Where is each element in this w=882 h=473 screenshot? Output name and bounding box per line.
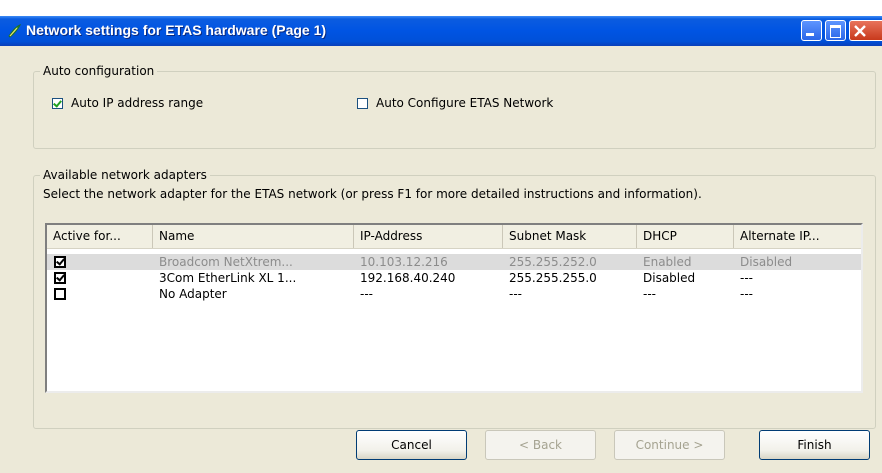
adapter-alt-ip: --- — [740, 271, 753, 285]
app-icon — [8, 24, 22, 38]
dialog-window: Network settings for ETAS hardware (Page… — [0, 16, 882, 473]
table-row[interactable]: Broadcom NetXtrem... 10.103.12.216 255.2… — [47, 254, 861, 270]
adapter-ip: --- — [360, 287, 373, 301]
auto-configure-etas-label: Auto Configure ETAS Network — [376, 96, 554, 110]
column-header-dhcp[interactable]: DHCP — [637, 225, 734, 248]
column-header-active[interactable]: Active for... — [47, 225, 153, 248]
adapter-ip: 192.168.40.240 — [360, 271, 456, 285]
auto-configure-etas-option[interactable]: Auto Configure ETAS Network — [357, 96, 553, 110]
title-bar[interactable]: Network settings for ETAS hardware (Page… — [0, 16, 882, 46]
adapter-name: No Adapter — [159, 287, 227, 301]
window-title: Network settings for ETAS hardware (Page… — [26, 22, 327, 38]
column-header-alternate-ip[interactable]: Alternate IP... — [734, 225, 861, 248]
auto-configure-etas-checkbox[interactable] — [357, 97, 368, 109]
active-checkbox[interactable] — [54, 256, 66, 268]
adapter-alt-ip: --- — [740, 287, 753, 301]
adapter-dhcp: --- — [643, 287, 656, 301]
adapter-dhcp: Disabled — [643, 271, 696, 285]
close-icon — [854, 25, 866, 37]
adapter-mask: --- — [509, 287, 522, 301]
active-checkbox[interactable] — [54, 288, 66, 300]
table-row[interactable]: 3Com EtherLink XL 1... 192.168.40.240 25… — [47, 270, 861, 286]
adapter-instructions: Select the network adapter for the ETAS … — [43, 187, 702, 201]
adapter-mask: 255.255.255.0 — [509, 271, 597, 285]
column-header-subnet-mask[interactable]: Subnet Mask — [503, 225, 637, 248]
auto-ip-range-option[interactable]: Auto IP address range — [52, 96, 203, 110]
column-header-ip-address[interactable]: IP-Address — [354, 225, 503, 248]
maximize-button[interactable] — [825, 20, 846, 41]
back-button[interactable]: < Back — [485, 430, 596, 460]
adapter-ip: 10.103.12.216 — [360, 255, 448, 269]
table-row[interactable]: No Adapter --- --- --- --- — [47, 286, 861, 302]
list-header: Active for... Name IP-Address Subnet Mas… — [47, 225, 861, 249]
auto-ip-range-label: Auto IP address range — [71, 96, 204, 110]
adapter-name: 3Com EtherLink XL 1... — [159, 271, 297, 285]
adapter-dhcp: Enabled — [643, 255, 692, 269]
adapter-mask: 255.255.252.0 — [509, 255, 597, 269]
column-header-name[interactable]: Name — [153, 225, 354, 248]
continue-button[interactable]: Continue > — [614, 430, 725, 460]
background-title-fragment — [0, 0, 882, 16]
cancel-button[interactable]: Cancel — [356, 430, 467, 460]
auto-configuration-legend: Auto configuration — [40, 64, 158, 78]
adapter-list[interactable]: Active for... Name IP-Address Subnet Mas… — [45, 223, 863, 393]
auto-configuration-group: Auto configuration — [33, 64, 876, 149]
network-adapters-legend: Available network adapters — [40, 168, 210, 182]
close-button[interactable] — [849, 20, 882, 41]
auto-ip-range-checkbox[interactable] — [52, 97, 63, 109]
adapter-alt-ip: Disabled — [740, 255, 793, 269]
minimize-button[interactable] — [801, 20, 822, 41]
active-checkbox[interactable] — [54, 272, 66, 284]
finish-button[interactable]: Finish — [759, 430, 870, 460]
adapter-name: Broadcom NetXtrem... — [159, 255, 293, 269]
